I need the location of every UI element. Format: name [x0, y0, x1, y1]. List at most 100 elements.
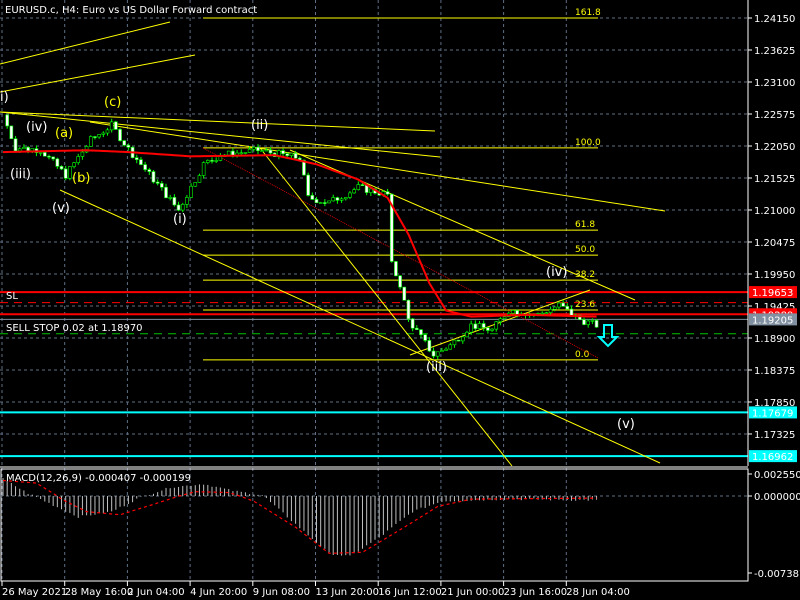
time-tick-label: 28 Jun 04:00 — [566, 587, 630, 598]
time-tick-label: 9 Jun 08:00 — [253, 587, 310, 598]
candle-body — [68, 166, 72, 179]
price-label-target-1: 1.17679 — [749, 406, 797, 419]
order-label: SELL STOP 0.02 at 1.18970 — [6, 323, 143, 334]
candle-body — [410, 318, 415, 329]
candle-body — [5, 114, 9, 127]
candle — [68, 166, 72, 181]
candle-body — [243, 152, 248, 154]
sl-label: SL — [6, 291, 18, 302]
wave-label: (ii) — [251, 118, 268, 133]
price-tick-label: 1.22050 — [754, 142, 795, 153]
candle-body — [348, 192, 352, 198]
candle-body — [17, 148, 22, 152]
candle — [456, 339, 461, 342]
candle-body — [343, 197, 348, 200]
candle-body — [126, 144, 131, 148]
candle-body — [465, 331, 469, 338]
candle-body — [76, 156, 81, 164]
candle-body — [55, 158, 60, 167]
candle-body — [239, 152, 244, 155]
wave-label: (a) — [55, 126, 73, 141]
candle-body — [473, 323, 478, 329]
price-tick-label: 1.21000 — [754, 206, 795, 217]
candle-body — [118, 129, 122, 141]
candle-body — [193, 182, 198, 187]
candle-body — [423, 334, 427, 341]
candle-body — [47, 155, 51, 158]
candle-body — [155, 181, 160, 184]
candle-body — [498, 318, 503, 323]
candle-body — [360, 184, 365, 186]
price-tick-label: 1.21525 — [754, 174, 795, 185]
candle-body — [486, 327, 490, 331]
candle-body — [101, 132, 106, 135]
candle-body — [306, 174, 310, 196]
candle-body — [385, 191, 390, 195]
candle-body — [582, 319, 586, 325]
candle-body — [323, 202, 327, 204]
candle-body — [134, 157, 139, 160]
time-tick-label: 13 Jun 20:00 — [316, 587, 380, 598]
candle-body — [448, 344, 453, 350]
candle-body — [561, 302, 565, 307]
candle-body — [42, 152, 47, 157]
candle-body — [189, 185, 193, 198]
candle-body — [335, 197, 340, 201]
candle-body — [515, 310, 519, 315]
candle-body — [569, 308, 574, 316]
candle-body — [143, 164, 147, 170]
price-tick-label: 1.24150 — [754, 14, 795, 25]
fib-level-label: 50.0 — [575, 245, 595, 255]
fib-level-label: 61.8 — [575, 220, 595, 230]
candle-body — [160, 183, 164, 188]
candle-body — [122, 140, 127, 146]
candle-body — [256, 146, 260, 151]
wave-label: (b) — [72, 171, 90, 186]
candle-body — [511, 310, 515, 314]
candle-body — [369, 188, 373, 193]
candle-body — [109, 121, 114, 131]
price-tick-label: 1.22575 — [754, 110, 795, 121]
time-tick-label: 2 Jun 04:00 — [127, 587, 184, 598]
candle — [42, 151, 47, 157]
candle-body — [402, 286, 407, 301]
candle-body — [419, 329, 423, 336]
fib-level-label: 23.6 — [575, 300, 595, 310]
candle — [306, 172, 310, 197]
price-chart[interactable]: 161.8100.061.850.038.223.60.0 i)(iv) (a)(… — [0, 0, 800, 600]
candle-body — [427, 340, 432, 352]
candle-body — [30, 148, 35, 151]
candle-body — [352, 189, 356, 194]
price-tick-label: 1.20475 — [754, 238, 795, 249]
candle-body — [594, 320, 599, 328]
candle-body — [285, 153, 290, 156]
candle-body — [22, 146, 26, 150]
wave-label: (v) — [52, 201, 70, 216]
candle — [84, 145, 89, 154]
price-tick-label: 1.18900 — [754, 334, 795, 345]
candle-body — [93, 136, 97, 138]
candle-body — [314, 199, 319, 204]
price-tick-label: 1.19950 — [754, 270, 795, 281]
candle-body — [431, 350, 436, 357]
price-label-target-2: 1.16962 — [749, 450, 797, 463]
candle-body — [80, 151, 85, 157]
candle-body — [469, 323, 473, 333]
candle-body — [105, 129, 110, 134]
candle-body — [356, 184, 361, 190]
candle-body — [218, 156, 223, 161]
candle-body — [565, 306, 570, 310]
candle-body — [394, 261, 398, 277]
candle-body — [210, 160, 214, 162]
candle — [118, 128, 122, 142]
candle-body — [331, 197, 336, 202]
candle-body — [9, 125, 14, 140]
candle — [406, 299, 411, 322]
candle — [9, 125, 14, 140]
wave-label: i) — [0, 90, 9, 105]
candle-body — [164, 186, 168, 199]
wave-label: (v) — [617, 417, 635, 432]
candle-body — [318, 202, 323, 204]
candle — [114, 120, 118, 130]
macd-tick-label: 0.002550 — [754, 470, 800, 481]
